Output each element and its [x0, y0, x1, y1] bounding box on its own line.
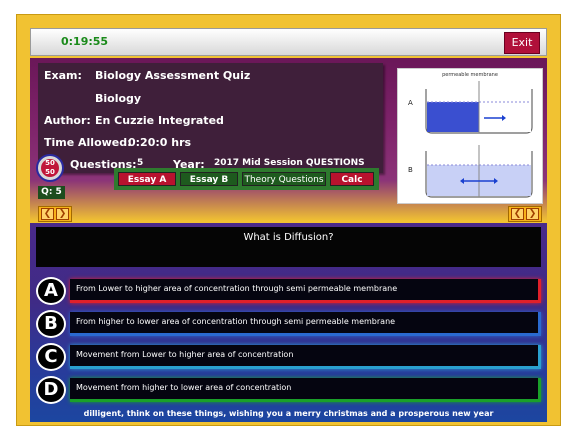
timer: 0:19:55: [61, 35, 109, 48]
option-letter: D: [36, 376, 66, 404]
action-button-row: Essay A Essay B Theory Questions Calc: [114, 168, 379, 190]
author-value: En Cuzzie Integrated: [95, 114, 224, 127]
badge-top: 50: [45, 159, 55, 167]
exam-label: Exam:: [44, 69, 82, 82]
option-text: Movement from higher to lower area of co…: [70, 378, 541, 402]
exam-panel: Exam: Biology Assessment Quiz Biology Au…: [30, 58, 547, 222]
prev-arrow-icon[interactable]: ❮: [41, 208, 54, 220]
question-counter: Q: 5: [38, 186, 65, 199]
question-area: What is Diffusion? A From Lower to highe…: [30, 223, 547, 422]
option-letter: B: [36, 310, 66, 338]
essay-a-button[interactable]: Essay A: [118, 172, 176, 186]
time-allowed-value: 0:20:0 hrs: [128, 136, 192, 149]
beaker-a-solute: [427, 102, 479, 132]
left-nav-control: ❮ ❯: [38, 206, 72, 222]
question-text: What is Diffusion?: [36, 227, 541, 267]
questions-value: 5: [137, 158, 144, 168]
right-nav-control: ❮ ❯: [508, 206, 542, 222]
option-d[interactable]: D Movement from higher to lower area of …: [36, 376, 541, 404]
exit-button[interactable]: Exit: [504, 32, 540, 54]
essay-b-button[interactable]: Essay B: [180, 172, 238, 186]
footer-message: dilligent, think on these things, wishin…: [83, 409, 494, 418]
time-allowed-label: Time Allowed:: [44, 136, 132, 149]
prev-arrow-icon[interactable]: ❮: [511, 208, 524, 220]
theory-questions-button[interactable]: Theory Questions: [242, 172, 326, 186]
next-arrow-icon[interactable]: ❯: [56, 208, 69, 220]
exam-title: Biology Assessment Quiz: [95, 69, 251, 82]
exam-subject: Biology: [95, 92, 142, 105]
badge-bottom: 50: [45, 168, 55, 176]
fifty-fifty-icon: 50 50: [41, 159, 59, 177]
top-bar: 0:19:55 Exit: [30, 28, 547, 56]
option-letter: A: [36, 277, 66, 305]
beaker-a-water: [479, 102, 531, 132]
diagram-caption: permeable membrane: [442, 72, 498, 78]
diagram-label-b: B: [408, 166, 413, 174]
exam-info-box: Exam: Biology Assessment Quiz Biology Au…: [38, 63, 383, 173]
author-label: Author:: [44, 114, 91, 127]
calc-button[interactable]: Calc: [330, 172, 374, 186]
year-value: 2017 Mid Session QUESTIONS: [214, 158, 365, 168]
next-arrow-icon[interactable]: ❯: [526, 208, 539, 220]
option-b[interactable]: B From higher to lower area of concentra…: [36, 310, 541, 338]
option-a[interactable]: A From Lower to higher area of concentra…: [36, 277, 541, 305]
option-letter: C: [36, 343, 66, 371]
option-c[interactable]: C Movement from Lower to higher area of …: [36, 343, 541, 371]
option-text: From Lower to higher area of concentrati…: [70, 279, 541, 303]
diagram-label-a: A: [408, 99, 413, 107]
diffusion-diagram: permeable membrane A B: [397, 68, 543, 204]
option-text: Movement from Lower to higher area of co…: [70, 345, 541, 369]
option-text: From higher to lower area of concentrati…: [70, 312, 541, 336]
fifty-fifty-badge[interactable]: 50 50: [36, 154, 64, 182]
diffusion-diagram-svg: permeable membrane A B: [408, 72, 533, 198]
